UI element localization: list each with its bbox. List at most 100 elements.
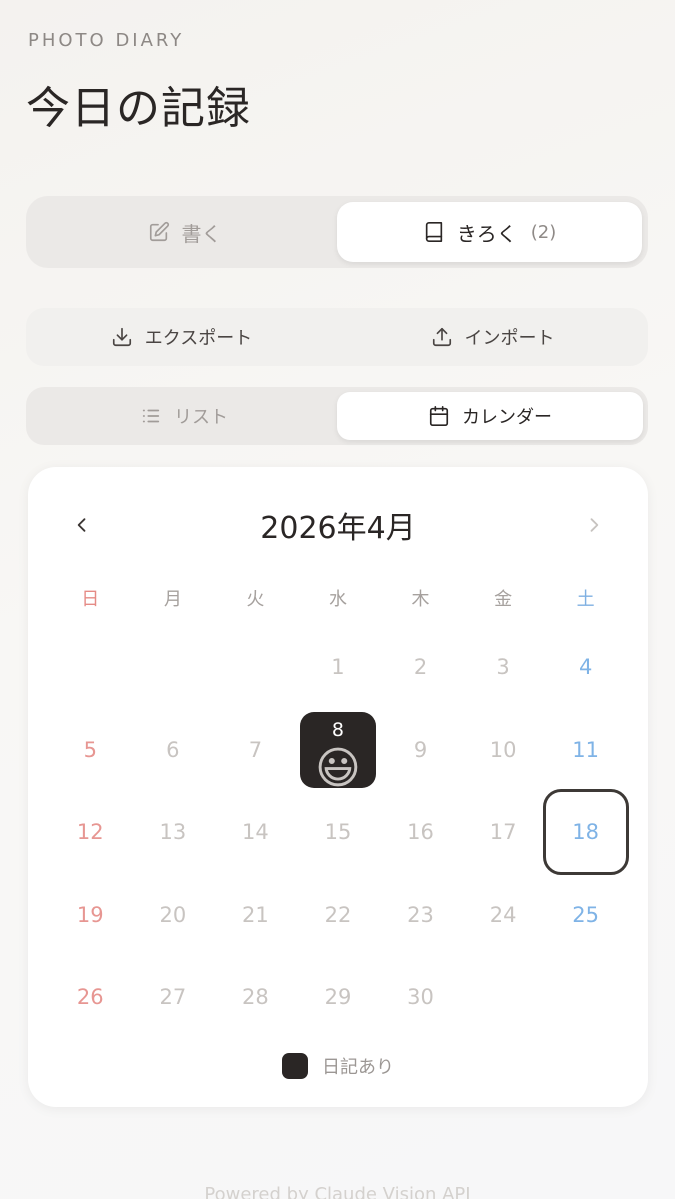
legend-swatch (282, 1053, 308, 1079)
calendar-day[interactable]: 19 (49, 874, 132, 957)
day-number: 15 (324, 820, 352, 845)
app-eyebrow: PHOTO DIARY (28, 30, 185, 51)
calendar-day[interactable]: 21 (214, 874, 297, 957)
weekday-header: 月 (163, 589, 182, 610)
list-icon (142, 409, 160, 423)
calendar-day[interactable]: 3 (462, 626, 545, 709)
day-number: 23 (407, 902, 434, 927)
calendar-blank (214, 626, 297, 709)
day-number: 12 (76, 820, 104, 845)
calendar-card: 2026年4月 日月火水木金土 1 2 3 4 5 6 7 8 😃 9 10 11 12 13 14 15 16 1… (28, 467, 648, 1107)
upload-icon (432, 327, 451, 347)
day-number: 14 (242, 820, 269, 845)
entry-mood-emoji: 😃 (315, 742, 361, 794)
day-number: 13 (159, 820, 187, 845)
import-export-bar: エクスポート インポート (26, 308, 648, 366)
day-number: 20 (159, 902, 187, 927)
calendar-day[interactable]: 15 (297, 791, 380, 874)
book-icon (425, 222, 442, 242)
weekday-header: 金 (494, 589, 513, 610)
calendar-day[interactable]: 4 (544, 626, 627, 709)
page-title: 今日の記録 (26, 83, 251, 134)
day-number: 10 (489, 737, 517, 762)
calendar-day[interactable]: 17 (462, 791, 545, 874)
day-number: 28 (242, 985, 269, 1010)
tab-records[interactable]: きろく (2) (337, 202, 642, 262)
calendar-day[interactable]: 28 (214, 956, 297, 1039)
day-number: 1 (331, 655, 345, 680)
import-button[interactable]: インポート (337, 308, 648, 366)
month-label: 2026年4月 (260, 511, 416, 546)
day-number: 17 (489, 820, 517, 845)
tab-calendar-label: カレンダー (462, 407, 552, 428)
main-tab-bar: 書く きろく (2) (26, 196, 648, 268)
day-number: 24 (489, 902, 517, 927)
calendar-day[interactable]: 23 (379, 874, 462, 957)
day-number: 9 (413, 737, 428, 762)
tab-calendar-view[interactable]: カレンダー (337, 392, 643, 440)
calendar-day-today[interactable]: 18 (544, 791, 627, 874)
day-number: 26 (76, 985, 104, 1010)
calendar-day[interactable]: 6 (132, 709, 215, 792)
download-icon (112, 327, 131, 347)
weekday-header: 木 (411, 589, 430, 610)
calendar-day-entry[interactable]: 8 😃 (297, 709, 380, 792)
calendar-day[interactable]: 26 (49, 956, 132, 1039)
weekday-header: 日 (81, 589, 100, 610)
calendar-day[interactable]: 5 (49, 709, 132, 792)
calendar-day[interactable]: 16 (379, 791, 462, 874)
day-number: 2 (413, 655, 428, 680)
calendar-blank (49, 626, 132, 709)
day-number: 11 (572, 737, 600, 762)
day-number: 7 (248, 737, 263, 762)
calendar-day[interactable]: 2 (379, 626, 462, 709)
calendar-day[interactable]: 12 (49, 791, 132, 874)
calendar-day[interactable]: 30 (379, 956, 462, 1039)
weekday-header: 火 (246, 589, 265, 610)
day-number: 18 (572, 820, 600, 845)
tab-list-label: リスト (174, 407, 228, 428)
tab-list-view[interactable]: リスト (31, 392, 337, 440)
next-month-button[interactable] (574, 505, 614, 545)
chevron-right-icon (590, 518, 599, 532)
calendar-grid: 日月火水木金土 1 2 3 4 5 6 7 8 😃 9 10 11 12 13 14 15 16 17 18 19 20 2… (49, 570, 627, 1039)
day-number: 27 (159, 985, 187, 1010)
day-number: 22 (324, 902, 352, 927)
weekday-header: 土 (576, 589, 595, 610)
calendar-day[interactable]: 13 (132, 791, 215, 874)
calendar-legend: 日記あり (28, 1053, 648, 1079)
calendar-day[interactable]: 7 (214, 709, 297, 792)
calendar-day[interactable]: 14 (214, 791, 297, 874)
records-count: (2) (530, 221, 557, 243)
import-label: インポート (464, 328, 555, 349)
export-label: エクスポート (144, 328, 253, 349)
tab-records-label: きろく (456, 221, 517, 246)
tab-write[interactable]: 書く (32, 202, 337, 262)
calendar-day[interactable]: 25 (544, 874, 627, 957)
calendar-day[interactable]: 11 (544, 709, 627, 792)
calendar-day[interactable]: 29 (297, 956, 380, 1039)
calendar-day[interactable]: 9 (379, 709, 462, 792)
day-number: 25 (572, 902, 600, 927)
calendar-day[interactable]: 24 (462, 874, 545, 957)
calendar-blank (132, 626, 215, 709)
pencil-square-icon (149, 221, 169, 242)
calendar-day[interactable]: 10 (462, 709, 545, 792)
day-number: 16 (407, 820, 434, 845)
view-toggle: リスト カレンダー (26, 387, 648, 445)
day-number: 19 (76, 902, 104, 927)
day-number: 3 (496, 655, 510, 680)
weekday-header: 水 (328, 589, 347, 610)
calendar-day[interactable]: 27 (132, 956, 215, 1039)
calendar-day[interactable]: 22 (297, 874, 380, 957)
day-number: 21 (242, 902, 269, 927)
day-number: 4 (578, 655, 593, 680)
calendar-icon (429, 406, 449, 426)
export-button[interactable]: エクスポート (26, 308, 337, 366)
footer-credit: Powered by Claude Vision API (204, 1184, 471, 1199)
day-number: 8 (331, 718, 345, 741)
day-number: 5 (83, 737, 97, 762)
day-number: 30 (407, 985, 434, 1010)
calendar-day[interactable]: 20 (132, 874, 215, 957)
calendar-day[interactable]: 1 (297, 626, 380, 709)
